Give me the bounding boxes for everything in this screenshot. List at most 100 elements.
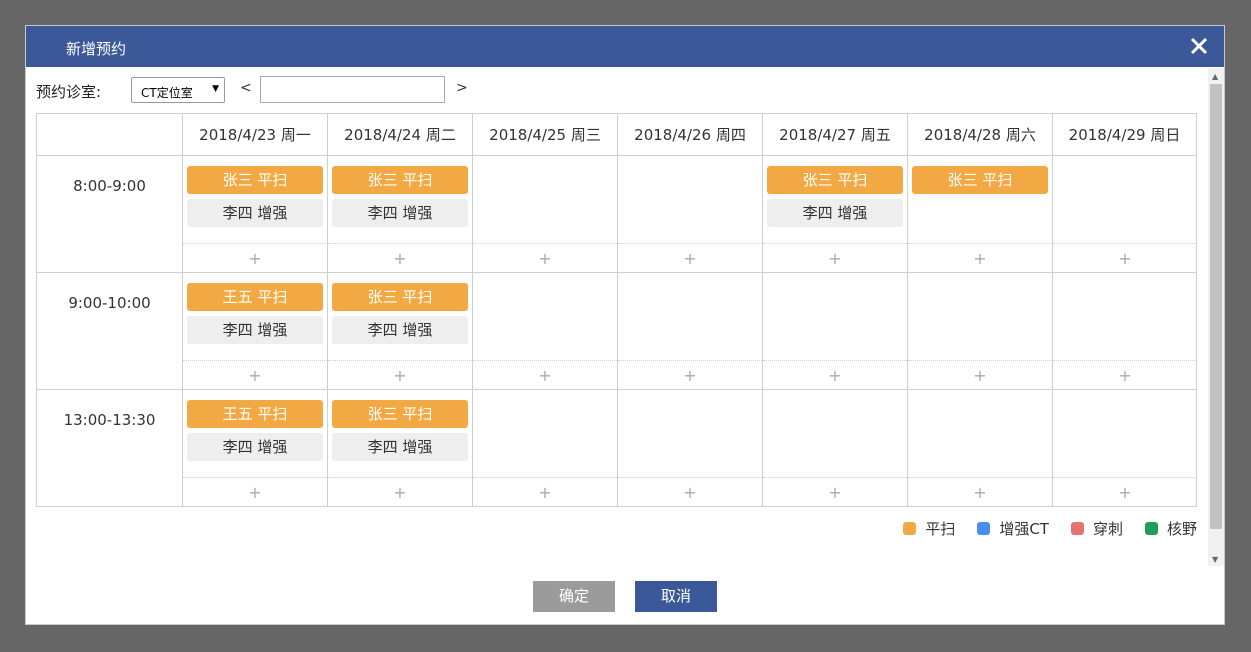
add-appointment-button[interactable]: + <box>763 360 907 389</box>
add-appointment-button[interactable]: + <box>908 360 1052 389</box>
time-label: 13:00-13:30 <box>63 411 156 429</box>
scrollbar-thumb[interactable] <box>1210 84 1222 529</box>
appointment-chip-enhanced[interactable]: 李四 增强 <box>187 433 323 461</box>
time-slot-row: 13:00-13:30 王五 平扫 李四 增强 + 张三 平扫 李四 增强 + + + + + + <box>37 390 1197 507</box>
appointment-chip-enhanced[interactable]: 李四 增强 <box>332 316 468 344</box>
day-slot-cell: 张三 平扫 + <box>907 156 1052 272</box>
legend-item: 增强CT <box>977 518 1049 539</box>
next-week-button[interactable]: > <box>456 80 468 96</box>
add-appointment-button[interactable]: + <box>618 243 762 272</box>
appointment-list: 张三 平扫李四 增强 <box>332 283 468 349</box>
legend: 平扫 增强CT 穿刺 核野 <box>881 518 1197 538</box>
appointment-chip-plain-scan[interactable]: 张三 平扫 <box>187 166 323 194</box>
appointment-chip-enhanced[interactable]: 李四 增强 <box>767 199 903 227</box>
room-label: 预约诊室: <box>36 83 102 101</box>
time-label: 8:00-9:00 <box>73 177 146 195</box>
legend-item: 平扫 <box>903 518 955 539</box>
appointment-chip-plain-scan[interactable]: 王五 平扫 <box>187 400 323 428</box>
add-appointment-button[interactable]: + <box>328 243 472 272</box>
add-appointment-button[interactable]: + <box>763 477 907 506</box>
appointment-chip-enhanced[interactable]: 李四 增强 <box>187 199 323 227</box>
day-slot-cell: + <box>617 273 762 389</box>
confirm-button[interactable]: 确定 <box>533 581 615 612</box>
legend-label: 增强CT <box>999 520 1049 538</box>
legend-swatch <box>1070 522 1084 535</box>
day-header: 2018/4/23 周一 <box>182 114 327 155</box>
appointment-list: 张三 平扫李四 增强 <box>332 166 468 232</box>
add-appointment-button[interactable]: + <box>908 243 1052 272</box>
legend-swatch <box>1144 522 1158 535</box>
time-slot-row: 8:00-9:00 张三 平扫 李四 增强 + 张三 平扫 李四 增强 + + + 张三 平扫 李四… <box>37 156 1197 273</box>
day-slot-cell: + <box>1052 273 1197 389</box>
add-appointment-button[interactable]: + <box>328 360 472 389</box>
dialog-title: 新增预约 <box>66 40 127 58</box>
appointment-chip-enhanced[interactable]: 李四 增强 <box>332 433 468 461</box>
day-header: 2018/4/25 周三 <box>472 114 617 155</box>
day-slot-cell: 王五 平扫李四 增强 + <box>182 390 327 506</box>
dialog-titlebar: 新增预约 <box>26 26 1224 67</box>
schedule-grid: 2018/4/23 周一 2018/4/24 周二 2018/4/25 周三 2018… <box>36 113 1197 507</box>
scroll-up-icon[interactable]: ▲ <box>1212 72 1218 81</box>
day-slot-cell: + <box>617 156 762 272</box>
add-appointment-button[interactable]: + <box>328 477 472 506</box>
time-slot-row: 9:00-10:00 王五 平扫 李四 增强 + 张三 平扫 李四 增强 + + + + + + <box>37 273 1197 390</box>
legend-swatch <box>903 522 917 535</box>
appointment-list: 张三 平扫 <box>912 166 1048 199</box>
day-header: 2018/4/29 周日 <box>1052 114 1196 155</box>
appointment-chip-enhanced[interactable]: 李四 增强 <box>332 199 468 227</box>
day-slot-cell: + <box>617 390 762 506</box>
add-appointment-button[interactable]: + <box>183 477 327 506</box>
day-slot-cell: 张三 平扫李四 增强 + <box>327 273 472 389</box>
add-appointment-button[interactable]: + <box>1053 360 1197 389</box>
add-appointment-button[interactable]: + <box>1053 477 1197 506</box>
legend-item: 核野 <box>1144 518 1197 539</box>
appointment-chip-plain-scan[interactable]: 张三 平扫 <box>767 166 903 194</box>
day-slot-cell: + <box>472 273 617 389</box>
add-appointment-button[interactable]: + <box>473 243 617 272</box>
day-header: 2018/4/26 周四 <box>617 114 762 155</box>
appointment-chip-enhanced[interactable]: 李四 增强 <box>187 316 323 344</box>
appointment-chip-plain-scan[interactable]: 张三 平扫 <box>332 283 468 311</box>
appointment-chip-plain-scan[interactable]: 张三 平扫 <box>332 400 468 428</box>
toolbar: 预约诊室: CT定位室 ▼ < > <box>36 76 636 104</box>
room-select[interactable]: CT定位室 ▼ <box>131 77 225 103</box>
day-slot-cell: + <box>1052 390 1197 506</box>
add-appointment-button[interactable]: + <box>618 477 762 506</box>
room-select-value: CT定位室 <box>141 86 193 100</box>
appointment-chip-plain-scan[interactable]: 张三 平扫 <box>912 166 1048 194</box>
appointment-chip-plain-scan[interactable]: 王五 平扫 <box>187 283 323 311</box>
close-icon[interactable] <box>1188 35 1210 57</box>
cancel-button[interactable]: 取消 <box>635 581 717 612</box>
add-appointment-button[interactable]: + <box>908 477 1052 506</box>
day-slot-cell: + <box>762 390 907 506</box>
add-appointment-button[interactable]: + <box>473 477 617 506</box>
add-appointment-button[interactable]: + <box>618 360 762 389</box>
appointment-list: 张三 平扫李四 增强 <box>332 400 468 466</box>
day-header: 2018/4/24 周二 <box>327 114 472 155</box>
time-label: 9:00-10:00 <box>68 294 151 312</box>
day-slot-cell: 张三 平扫李四 增强 + <box>182 156 327 272</box>
day-header: 2018/4/28 周六 <box>907 114 1052 155</box>
header-corner <box>37 114 182 155</box>
add-appointment-button[interactable]: + <box>1053 243 1197 272</box>
add-appointment-button[interactable]: + <box>763 243 907 272</box>
day-slot-cell: + <box>907 273 1052 389</box>
prev-week-button[interactable]: < <box>240 80 252 96</box>
new-appointment-dialog: 新增预约 预约诊室: CT定位室 ▼ < > 2018/4/23 周一 2018/… <box>25 25 1225 625</box>
day-header: 2018/4/27 周五 <box>762 114 907 155</box>
add-appointment-button[interactable]: + <box>183 360 327 389</box>
day-slot-cell: + <box>1052 156 1197 272</box>
legend-label: 穿刺 <box>1092 520 1123 538</box>
day-slot-cell: 王五 平扫李四 增强 + <box>182 273 327 389</box>
appointment-chip-plain-scan[interactable]: 张三 平扫 <box>332 166 468 194</box>
vertical-scrollbar[interactable]: ▲ ▼ <box>1208 68 1224 566</box>
date-input[interactable] <box>260 76 445 103</box>
add-appointment-button[interactable]: + <box>473 360 617 389</box>
add-appointment-button[interactable]: + <box>183 243 327 272</box>
appointment-list: 张三 平扫李四 增强 <box>187 166 323 232</box>
day-slot-cell: + <box>907 390 1052 506</box>
dropdown-arrow-icon: ▼ <box>212 84 219 94</box>
scroll-down-icon[interactable]: ▼ <box>1212 555 1218 564</box>
legend-swatch <box>977 522 991 535</box>
appointment-list: 王五 平扫李四 增强 <box>187 400 323 466</box>
